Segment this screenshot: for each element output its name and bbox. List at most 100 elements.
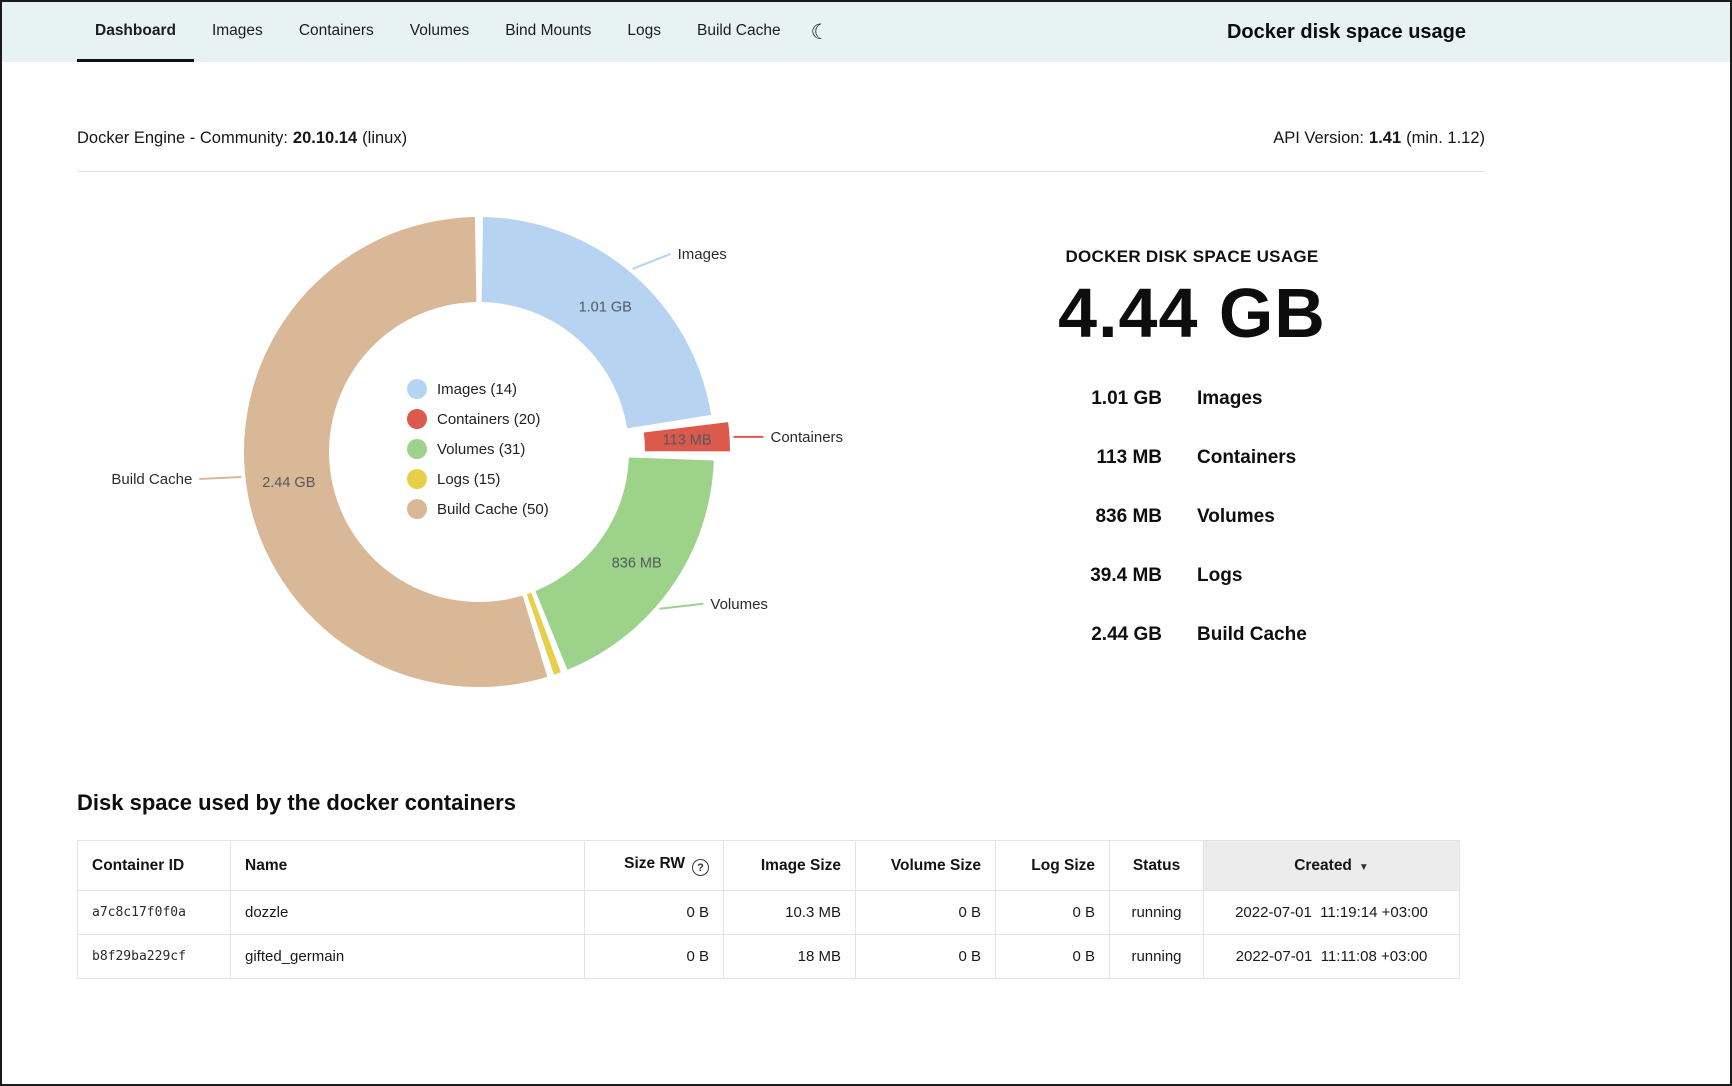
sort-desc-icon: ▼ — [1359, 862, 1369, 873]
api-version-info: API Version: 1.41 (min. 1.12) — [1273, 129, 1485, 148]
slice-callout-label: Images — [678, 246, 727, 263]
cell-status: running — [1110, 935, 1204, 979]
column-header-created[interactable]: Created ▼ — [1204, 841, 1460, 891]
summary-size: 113 MB — [992, 428, 1162, 487]
legend-label: Containers (20) — [437, 411, 540, 428]
table-header-row: Container ID Name Size RW? Image Size Volume… — [78, 841, 1460, 891]
column-header-size-rw[interactable]: Size RW? — [585, 841, 724, 891]
dark-mode-toggle[interactable]: ☾ — [811, 2, 830, 62]
chart-area: 1.01 GBImages113 MBContainers836 MBVolum… — [2, 182, 902, 762]
cell-container-id: a7c8c17f0f0a — [78, 891, 231, 935]
column-header-status[interactable]: Status — [1110, 841, 1204, 891]
summary-label: Containers — [1197, 428, 1392, 487]
callout-line — [659, 604, 703, 609]
summary-title: DOCKER DISK SPACE USAGE — [992, 247, 1392, 267]
table-row: b8f29ba229cfgifted_germain0 B18 MB0 B0 B… — [78, 935, 1460, 979]
api-version: 1.41 — [1369, 129, 1401, 148]
cell-created: 2022-07-01 11:11:08 +03:00 — [1204, 935, 1460, 979]
cell-name: dozzle — [231, 891, 585, 935]
legend-dot — [407, 469, 427, 489]
summary-label: Build Cache — [1197, 605, 1392, 664]
summary-rows: 1.01 GB Images 113 MB Containers 836 MB Volum… — [992, 369, 1392, 664]
column-label: Size RW — [624, 855, 685, 872]
cell-container-id: b8f29ba229cf — [78, 935, 231, 979]
callout-line — [633, 254, 671, 269]
api-suffix: (min. 1.12) — [1406, 129, 1485, 148]
cell-size-rw: 0 B — [585, 935, 724, 979]
legend-dot — [407, 499, 427, 519]
column-label: Log Size — [1031, 857, 1095, 874]
cell-image-size: 10.3 MB — [724, 891, 856, 935]
engine-suffix: (linux) — [362, 129, 407, 148]
column-header-volume-size[interactable]: Volume Size — [856, 841, 996, 891]
tab-volumes[interactable]: Volumes — [392, 2, 487, 62]
summary-size: 2.44 GB — [992, 605, 1162, 664]
column-label: Volume Size — [891, 857, 981, 874]
legend-label: Logs (15) — [437, 471, 500, 488]
nav-tabs: DashboardImagesContainersVolumesBind Mou… — [77, 2, 799, 62]
legend-item-images[interactable]: Images (14) — [407, 378, 549, 400]
legend-label: Build Cache (50) — [437, 501, 549, 518]
legend-dot — [407, 379, 427, 399]
cell-size-rw: 0 B — [585, 891, 724, 935]
containers-table: Container ID Name Size RW? Image Size Volume… — [77, 840, 1460, 979]
tab-bind-mounts[interactable]: Bind Mounts — [487, 2, 609, 62]
tab-logs[interactable]: Logs — [609, 2, 679, 62]
app-title: Docker disk space usage — [1227, 2, 1466, 62]
table-body: a7c8c17f0f0adozzle0 B10.3 MB0 B0 Brunnin… — [78, 891, 1460, 979]
column-label: Created — [1294, 857, 1352, 874]
moon-icon: ☾ — [811, 20, 830, 45]
legend-dot — [407, 409, 427, 429]
cell-log-size: 0 B — [996, 891, 1110, 935]
tab-dashboard[interactable]: Dashboard — [77, 2, 194, 62]
legend-item-logs[interactable]: Logs (15) — [407, 468, 549, 490]
legend-label: Images (14) — [437, 381, 517, 398]
summary-size: 39.4 MB — [992, 546, 1162, 605]
slice-callout-label: Volumes — [710, 596, 768, 613]
legend-item-containers[interactable]: Containers (20) — [407, 408, 549, 430]
engine-info: Docker Engine - Community: 20.10.14 (lin… — [77, 129, 407, 148]
legend-item-volumes[interactable]: Volumes (31) — [407, 438, 549, 460]
slice-value-label: 1.01 GB — [579, 300, 632, 316]
column-label: Name — [245, 857, 287, 874]
column-label: Container ID — [92, 857, 184, 874]
tab-containers[interactable]: Containers — [281, 2, 392, 62]
divider — [77, 171, 1485, 172]
app-window: DashboardImagesContainersVolumesBind Mou… — [0, 0, 1732, 1086]
summary-label: Images — [1197, 369, 1392, 428]
legend-dot — [407, 439, 427, 459]
slice-value-label: 836 MB — [612, 555, 662, 571]
containers-section: Disk space used by the docker containers… — [77, 790, 1459, 979]
summary-total: 4.44 GB — [992, 273, 1392, 353]
cell-log-size: 0 B — [996, 935, 1110, 979]
help-icon[interactable]: ? — [692, 859, 709, 876]
engine-version: 20.10.14 — [293, 129, 357, 148]
slice-value-label: 113 MB — [663, 432, 712, 448]
callout-line — [199, 477, 241, 479]
summary-size: 1.01 GB — [992, 369, 1162, 428]
summary-label: Volumes — [1197, 487, 1392, 546]
cell-image-size: 18 MB — [724, 935, 856, 979]
column-label: Image Size — [761, 857, 841, 874]
api-label: API Version: — [1273, 129, 1364, 148]
column-header-container-id[interactable]: Container ID — [78, 841, 231, 891]
legend-item-build-cache[interactable]: Build Cache (50) — [407, 498, 549, 520]
cell-status: running — [1110, 891, 1204, 935]
summary-size: 836 MB — [992, 487, 1162, 546]
legend-label: Volumes (31) — [437, 441, 525, 458]
chart-legend: Images (14) Containers (20) Volumes (31) Lo… — [407, 378, 549, 520]
column-header-name[interactable]: Name — [231, 841, 585, 891]
table-row: a7c8c17f0f0adozzle0 B10.3 MB0 B0 Brunnin… — [78, 891, 1460, 935]
summary-label: Logs — [1197, 546, 1392, 605]
cell-volume-size: 0 B — [856, 891, 996, 935]
column-header-image-size[interactable]: Image Size — [724, 841, 856, 891]
engine-info-row: Docker Engine - Community: 20.10.14 (lin… — [77, 129, 1485, 148]
tab-build-cache[interactable]: Build Cache — [679, 2, 799, 62]
tab-images[interactable]: Images — [194, 2, 281, 62]
slice-value-label: 2.44 GB — [262, 475, 315, 491]
slice-callout-label: Build Cache — [111, 471, 192, 488]
top-navbar: DashboardImagesContainersVolumesBind Mou… — [2, 2, 1730, 62]
containers-table-heading: Disk space used by the docker containers — [77, 790, 1459, 816]
column-header-log-size[interactable]: Log Size — [996, 841, 1110, 891]
engine-label: Docker Engine - Community: — [77, 129, 288, 148]
